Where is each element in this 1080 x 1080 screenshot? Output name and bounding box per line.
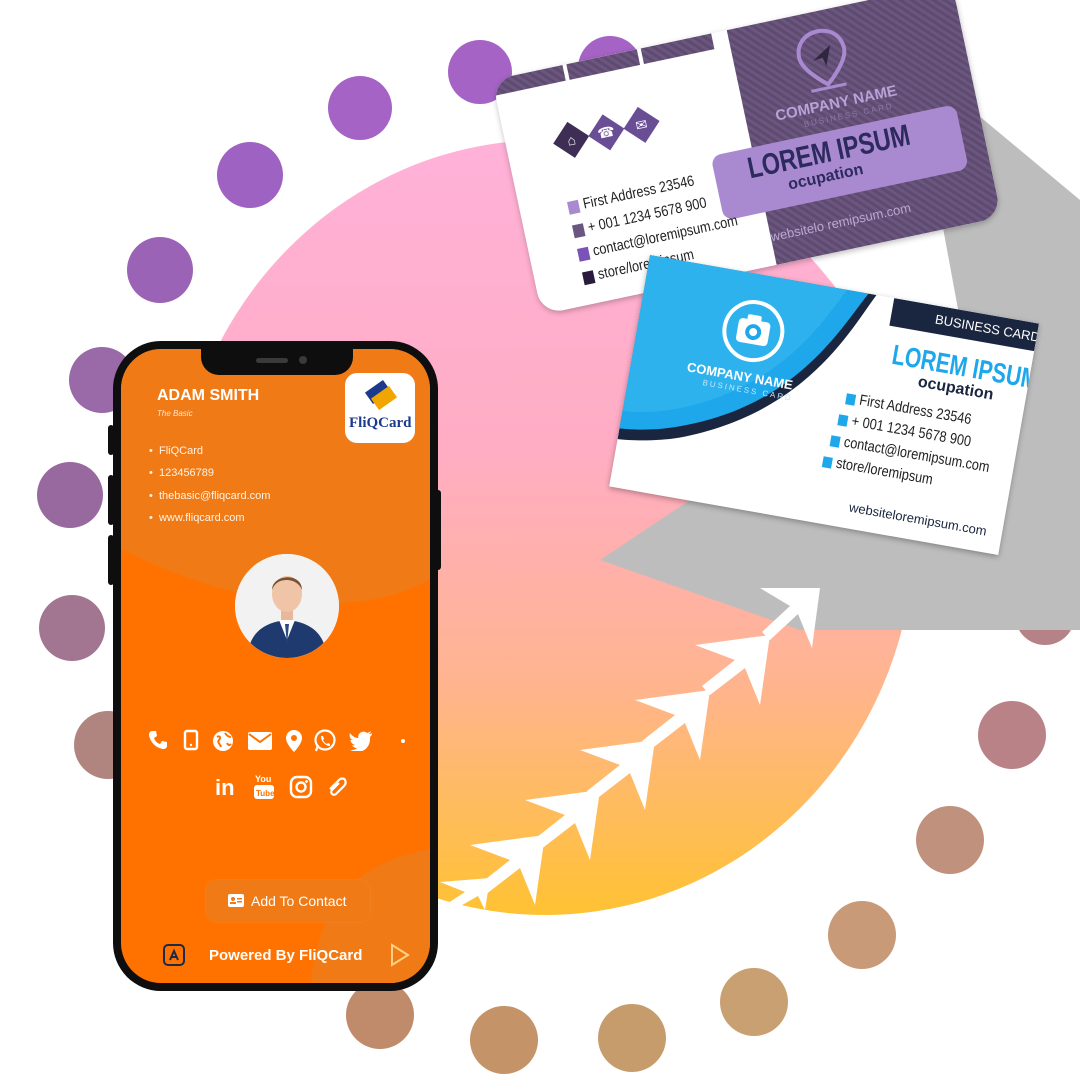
powered-by-label: Powered By FliQCard (209, 947, 363, 964)
mobile-icon[interactable] (183, 729, 199, 751)
arrow-chevrons (440, 588, 820, 912)
link-icon[interactable] (325, 775, 349, 799)
globe-icon[interactable] (211, 729, 235, 753)
phone-mockup: ADAM SMITH The Basic FliQCard • FliQCard… (113, 341, 438, 991)
contact-icons-row (147, 729, 417, 753)
illustration: COMPANY NAME BUSINESS CARD LOREM IPSUM o… (0, 0, 1080, 1080)
linkedin-icon[interactable]: in (215, 775, 235, 801)
app-store-icon[interactable] (163, 944, 185, 966)
digital-card-screen: ADAM SMITH The Basic FliQCard • FliQCard… (121, 349, 430, 983)
youtube-icon[interactable]: You Tube (253, 773, 275, 801)
detail-item: • thebasic@fliqcard.com (149, 490, 271, 502)
avatar (235, 554, 339, 658)
detail-item: • FliQCard (149, 445, 203, 457)
social-icons-row: in You Tube (215, 773, 365, 803)
phone-icon: ☎ (588, 114, 625, 151)
phone-icon[interactable] (147, 729, 169, 751)
mail-icon[interactable] (247, 731, 273, 751)
profile-name: ADAM SMITH (157, 387, 260, 404)
mail-icon: ✉ (623, 106, 660, 143)
camera-icon (722, 300, 785, 363)
contact-card-icon (228, 894, 244, 907)
avatar-person (235, 554, 339, 658)
location-icon[interactable] (285, 729, 303, 753)
home-icon: ⌂ (553, 121, 590, 158)
add-to-contact-button[interactable]: Add To Contact (206, 880, 370, 922)
fliqcard-logo: FliQCard (345, 373, 415, 443)
phone-notch (201, 349, 353, 375)
instagram-icon[interactable] (289, 775, 313, 799)
add-to-contact-label: Add To Contact (251, 893, 347, 909)
whatsapp-icon[interactable] (313, 729, 337, 753)
play-store-icon[interactable] (389, 943, 411, 967)
svg-text:You: You (255, 774, 271, 784)
twitter-icon[interactable] (349, 731, 373, 751)
profile-subtitle: The Basic (157, 409, 193, 418)
detail-item: • www.fliqcard.com (149, 512, 245, 524)
logo-card-icon (364, 379, 398, 411)
detail-item: • 123456789 (149, 467, 215, 479)
svg-text:Tube: Tube (256, 789, 275, 798)
logo-text: FliQCard (349, 415, 412, 431)
more-indicator (401, 739, 405, 743)
